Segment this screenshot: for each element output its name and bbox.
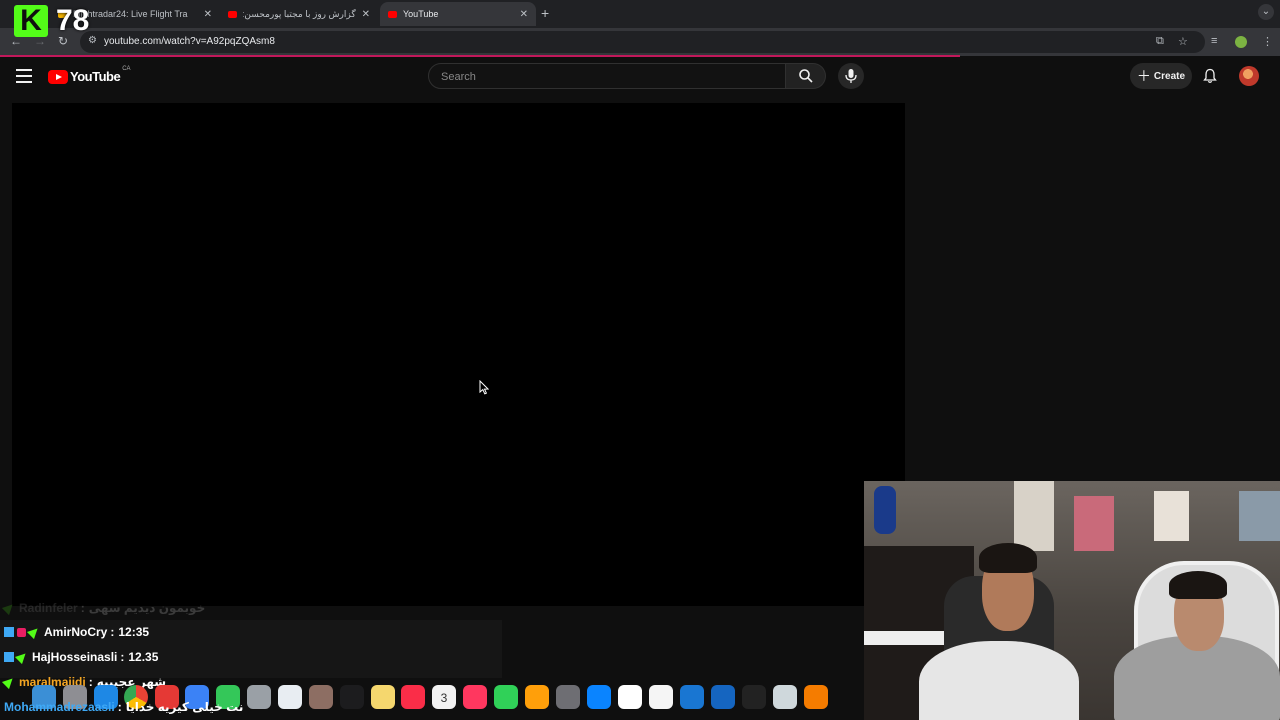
kick-badge-icon [14, 649, 30, 665]
search-box[interactable] [428, 63, 786, 89]
create-label: Create [1153, 70, 1186, 82]
tab-search-chevron-icon[interactable]: ⌄ [1258, 4, 1274, 20]
kick-badge-icon [1, 674, 17, 690]
pages-icon[interactable] [525, 685, 549, 709]
reading-list-icon[interactable]: ≡ [1211, 35, 1217, 47]
url-text[interactable]: youtube.com/watch?v=A92pqZQAsm8 [104, 36, 275, 47]
streamer-shirt [919, 641, 1079, 720]
chat-username: AmirNoCry [44, 625, 108, 639]
chat-separator: : [110, 625, 115, 639]
unity-icon[interactable] [742, 685, 766, 709]
utility-icon[interactable] [773, 685, 797, 709]
kick-badge-icon [1, 600, 17, 616]
chat-message-text: 12:35 [118, 625, 150, 639]
youtube-play-icon [48, 69, 68, 84]
kick-viewer-badge: K 78 [14, 4, 89, 38]
notion-calendar-icon[interactable] [649, 685, 673, 709]
shelf-unit [1014, 481, 1054, 551]
ableton-icon[interactable] [680, 685, 704, 709]
chat-message: Mohammadrezaasli : نت خیلی کیریه خدایا [4, 700, 243, 714]
gift-badge-icon [17, 627, 26, 637]
close-tab-icon[interactable]: ✕ [520, 9, 528, 20]
subscriber-badge-icon [4, 652, 14, 662]
piano-keyboard [864, 631, 954, 645]
tab-title: YouTube [403, 9, 439, 19]
numbers-icon[interactable] [494, 685, 518, 709]
subscriber-badge-icon [4, 627, 14, 637]
tab-title: گزارش روز با مجتبا پورمحسن: پشت [243, 8, 356, 19]
create-button[interactable]: ＋ Create [1130, 63, 1192, 89]
video-player[interactable] [12, 103, 905, 606]
chat-message-text: 12.35 [128, 650, 159, 664]
guest-hair [1169, 571, 1227, 599]
cubase-icon[interactable] [711, 685, 735, 709]
youtube-favicon-icon [228, 10, 237, 18]
chat-message-text: نت خیلی کیریه خدایا [125, 700, 244, 714]
browser-menu-icon[interactable]: ⋮ [1262, 35, 1273, 48]
settings-icon[interactable] [556, 685, 580, 709]
calendar-icon[interactable] [371, 685, 395, 709]
close-tab-icon[interactable]: ✕ [362, 9, 370, 20]
page-loading-bar [0, 55, 960, 57]
microphone-icon [845, 69, 857, 83]
new-tab-button[interactable]: + [541, 5, 549, 21]
viewer-count: 78 [56, 4, 90, 37]
plus-icon: ＋ [1136, 68, 1151, 84]
search-input[interactable] [439, 68, 773, 86]
youtube-logo[interactable]: YouTube CA [48, 65, 131, 84]
music-icon[interactable] [401, 685, 425, 709]
kick-logo-icon: K [14, 5, 48, 37]
fl-studio-icon[interactable] [804, 685, 828, 709]
browser-toolbar: ← → ↻ ⚙ youtube.com/watch?v=A92pqZQAsm8 … [0, 28, 1280, 56]
voice-search-button[interactable] [838, 63, 864, 89]
kick-badge-icon [26, 624, 42, 640]
account-avatar[interactable] [1239, 66, 1259, 86]
chat-message: Radinfeler : خوبمون دیدیم سهی [1, 600, 206, 616]
install-app-icon[interactable]: ⧉ [1156, 35, 1164, 48]
chat-separator: : [120, 650, 125, 664]
appletv-icon[interactable] [309, 685, 333, 709]
notifications-bell-icon[interactable] [1202, 68, 1218, 84]
wall-poster [1154, 491, 1189, 541]
guide-menu-icon[interactable] [16, 69, 32, 83]
photos-icon[interactable] [278, 685, 302, 709]
notes-icon[interactable] [340, 685, 364, 709]
search-button[interactable] [786, 63, 826, 89]
notion-icon[interactable] [618, 685, 642, 709]
tab-youtube[interactable]: YouTube ✕ [380, 2, 536, 26]
streamer-hair [979, 543, 1037, 573]
chat-username: Radinfeler [19, 601, 78, 615]
tab-title: Flightradar24: Live Flight Tra [73, 9, 188, 19]
appstore-icon[interactable] [587, 685, 611, 709]
news-icon[interactable] [463, 685, 487, 709]
chat-message-text: خوبمون دیدیم سهی [88, 601, 206, 615]
maps-icon[interactable] [247, 685, 271, 709]
chat-message: HajHosseinasli : 12.35 [4, 649, 159, 665]
chat-username: Mohammadrezaasli [4, 700, 115, 714]
chat-separator: : [117, 700, 122, 714]
youtube-wordmark: YouTube [70, 69, 121, 84]
webcam-overlay [864, 481, 1280, 720]
tab-news-report[interactable]: گزارش روز با مجتبا پورمحسن: پشت ✕ [220, 2, 378, 26]
country-code: CA [122, 65, 131, 72]
chat-message: AmirNoCry : 12:35 [4, 624, 150, 640]
calendar-date-icon[interactable]: 3 [432, 685, 456, 709]
address-bar[interactable]: ⚙ youtube.com/watch?v=A92pqZQAsm8 [80, 31, 1205, 53]
wall-poster [1239, 491, 1280, 541]
youtube-favicon-icon [388, 10, 397, 18]
chat-separator: : [80, 601, 85, 615]
chat-username: HajHosseinasli [32, 650, 118, 664]
close-tab-icon[interactable]: ✕ [204, 9, 212, 20]
mouse-cursor-icon [479, 380, 489, 395]
browser-tab-bar: Flightradar24: Live Flight Tra ✕ گزارش ر… [0, 0, 1280, 28]
wall-poster [1074, 496, 1114, 551]
guitar [874, 486, 896, 534]
search-icon [799, 69, 813, 83]
bookmark-star-icon[interactable]: ☆ [1178, 35, 1188, 48]
profile-icon[interactable] [1235, 36, 1247, 48]
